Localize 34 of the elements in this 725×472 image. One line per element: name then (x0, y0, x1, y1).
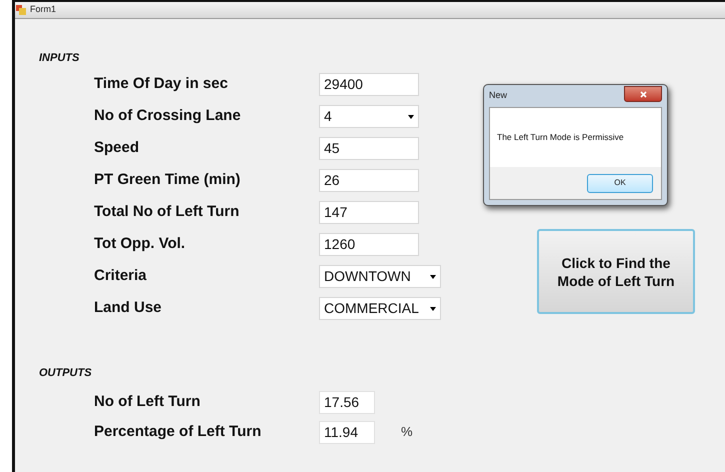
window-title: Form1 (30, 3, 56, 16)
unit-label: % (401, 423, 413, 442)
dropdown-arrow-icon (430, 306, 436, 310)
dropdown[interactable]: COMMERCIAL (319, 297, 441, 320)
text-field[interactable]: 1260 (319, 233, 419, 256)
output-field: 17.56 (319, 390, 375, 414)
app-icon (16, 5, 26, 15)
dialog-message: The Left Turn Mode is Permissive (497, 131, 624, 144)
field-label: Speed (94, 138, 140, 158)
find-mode-button[interactable]: Click to Find the Mode of Left Turn (537, 229, 695, 314)
field-label: No of Left Turn (94, 392, 202, 412)
field-label: PT Green Time (min) (94, 170, 242, 190)
close-button[interactable] (624, 86, 662, 102)
field-label: Total No of Left Turn (94, 202, 240, 222)
dropdown[interactable]: 4 (319, 105, 419, 128)
text-field[interactable]: 45 (319, 137, 419, 160)
dropdown[interactable]: DOWNTOWN (319, 265, 441, 288)
section-heading: INPUTS (39, 51, 80, 66)
field-label: Criteria (94, 266, 148, 286)
field-label: Time Of Day in sec (94, 74, 229, 94)
ok-button[interactable]: OK (587, 174, 653, 192)
close-icon (640, 90, 646, 98)
field-label: Percentage of Left Turn (94, 422, 262, 442)
section-heading: OUTPUTS (39, 366, 93, 380)
text-field[interactable]: 26 (319, 169, 419, 192)
dropdown-arrow-icon (430, 274, 436, 278)
dropdown-arrow-icon (408, 114, 414, 118)
field-label: No of Crossing Lane (94, 106, 242, 126)
dialog-title: New (489, 89, 508, 102)
output-field: 11.94 (319, 420, 375, 444)
field-label: Land Use (94, 298, 163, 318)
text-field[interactable]: 29400 (319, 73, 419, 96)
text-field[interactable]: 147 (319, 201, 419, 224)
field-label: Tot Opp. Vol. (94, 234, 186, 254)
